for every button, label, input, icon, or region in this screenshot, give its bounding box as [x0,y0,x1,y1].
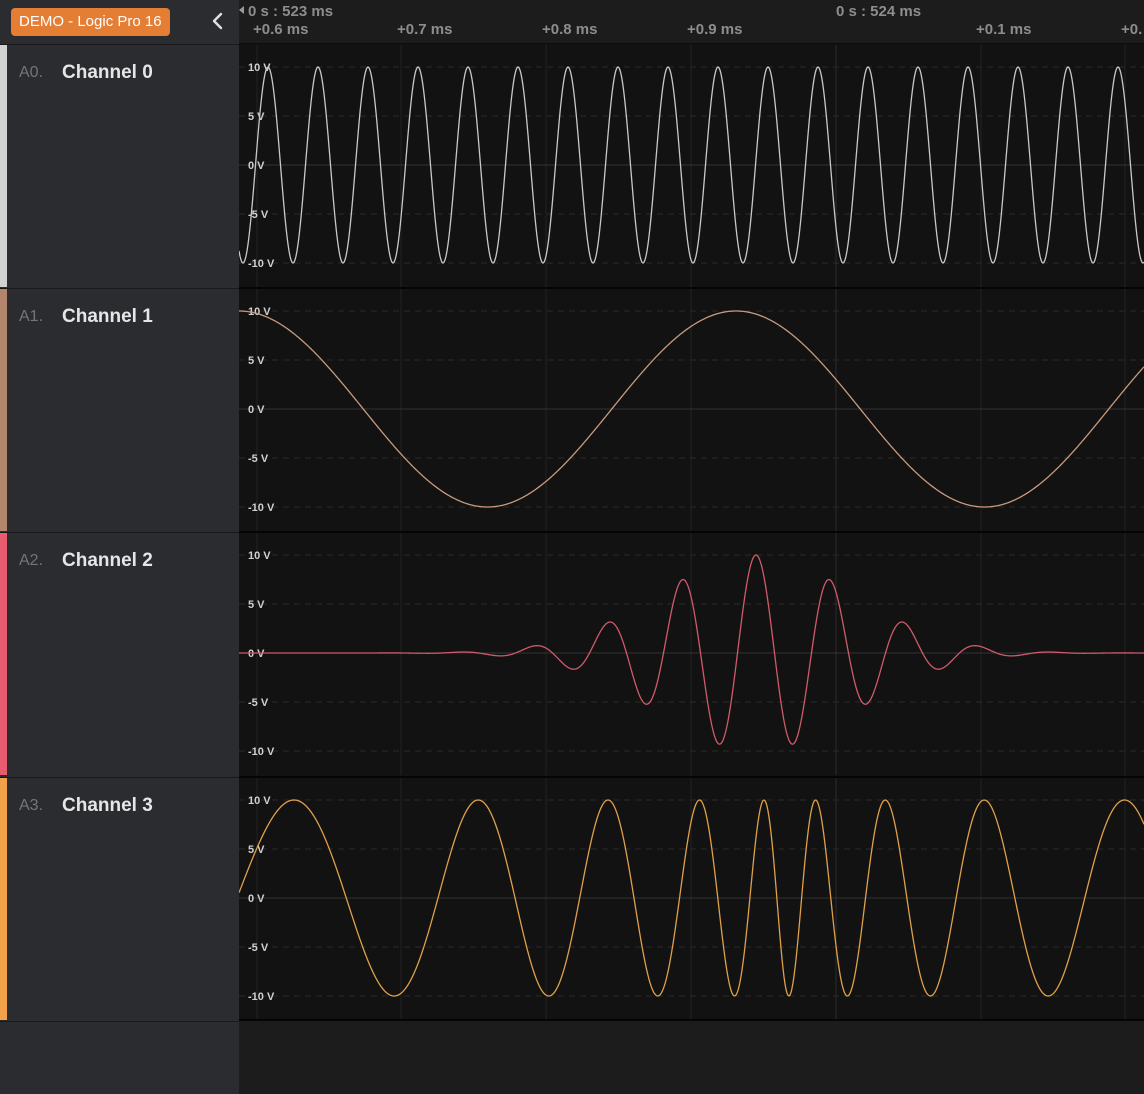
channel-color-bar [0,778,7,1020]
y-axis-label: 5 V [248,111,265,123]
sidebar-footer [0,1021,239,1094]
channel-id: A1. [19,308,44,325]
y-axis-label: 5 V [248,599,265,611]
timeline-ruler[interactable]: 0 s : 523 ms 0 s : 524 ms +0.6 ms +0.7 m… [239,0,1144,44]
timeline-tick: +0.6 ms [253,21,308,38]
timeline-marker: 0 s : 524 ms [836,3,921,20]
y-axis-label: -5 V [248,697,269,709]
timeline-marker: 0 s : 523 ms [248,3,333,20]
channel-color-bar [0,45,7,287]
y-axis-label: 0 V [248,893,265,905]
y-axis-label: 10 V [248,62,271,74]
y-axis-label: 0 V [248,160,265,172]
y-axis-label: 10 V [248,795,271,807]
chevron-left-icon[interactable] [208,10,228,32]
device-badge[interactable]: DEMO - Logic Pro 16 [11,8,170,36]
y-axis-label: -5 V [248,942,269,954]
channel-lane-3: 10 V5 V0 V-5 V-10 V [238,776,1144,1020]
channel-id: A0. [19,64,44,81]
timeline-tick: +0. [1121,21,1142,38]
timeline-tick: +0.7 ms [397,21,452,38]
channel-row-1[interactable]: A1. Channel 1 [0,288,239,531]
channel-color-bar [0,289,7,531]
timeline-svg: 0 s : 523 ms 0 s : 524 ms +0.6 ms +0.7 m… [239,3,1142,38]
channel-id: A3. [19,797,44,814]
channel-name[interactable]: Channel 0 [62,62,153,84]
y-axis-label: -5 V [248,453,269,465]
waveform-area[interactable]: 10 V5 V0 V -5 V -10 V 10 V5 V0 V -5 V -10 V 10… [238,44,1144,1021]
timeline-tick: +0.1 ms [976,21,1031,38]
triangle-left-icon[interactable] [239,6,244,14]
y-axis-label: 0 V [248,648,265,660]
y-axis-label: 10 V [248,550,271,562]
y-axis-label: -10 V [248,258,275,270]
y-axis-label: -10 V [248,502,275,514]
channel-sidebar: DEMO - Logic Pro 16 A0. Channel 0 A1. Ch… [0,0,239,1094]
y-axis-label: -10 V [248,991,275,1003]
channel-name[interactable]: Channel 1 [62,306,153,328]
channel-lane-0: 10 V5 V0 V-5 V-10 V [238,45,1144,287]
y-axis-label: -10 V [248,746,275,758]
channel-lane-2: 10 V 5 V 0 V -5 V -10 V [239,531,1144,775]
channel-id: A2. [19,552,44,569]
channel-color-bar [0,533,7,775]
y-axis-label: 0 V [248,404,265,416]
timeline-tick: +0.9 ms [687,21,742,38]
channel-row-0[interactable]: A0. Channel 0 [0,44,239,287]
empty-track-area [239,1021,1144,1094]
channel-row-2[interactable]: A2. Channel 2 [0,532,239,775]
timeline-tick: +0.8 ms [542,21,597,38]
y-axis-label: 5 V [248,355,265,367]
sidebar-header: DEMO - Logic Pro 16 [0,0,239,44]
channel-lane-1: 10 V5 V0 V-5 V-10 V [238,287,1144,531]
waveform-svg: 10 V5 V0 V-5 V-10 V10 V5 V0 V-5 V-10 V10… [238,45,1144,1021]
channel-row-3[interactable]: A3. Channel 3 [0,777,239,1020]
channel-name[interactable]: Channel 2 [62,550,153,572]
channel-name[interactable]: Channel 3 [62,795,153,817]
